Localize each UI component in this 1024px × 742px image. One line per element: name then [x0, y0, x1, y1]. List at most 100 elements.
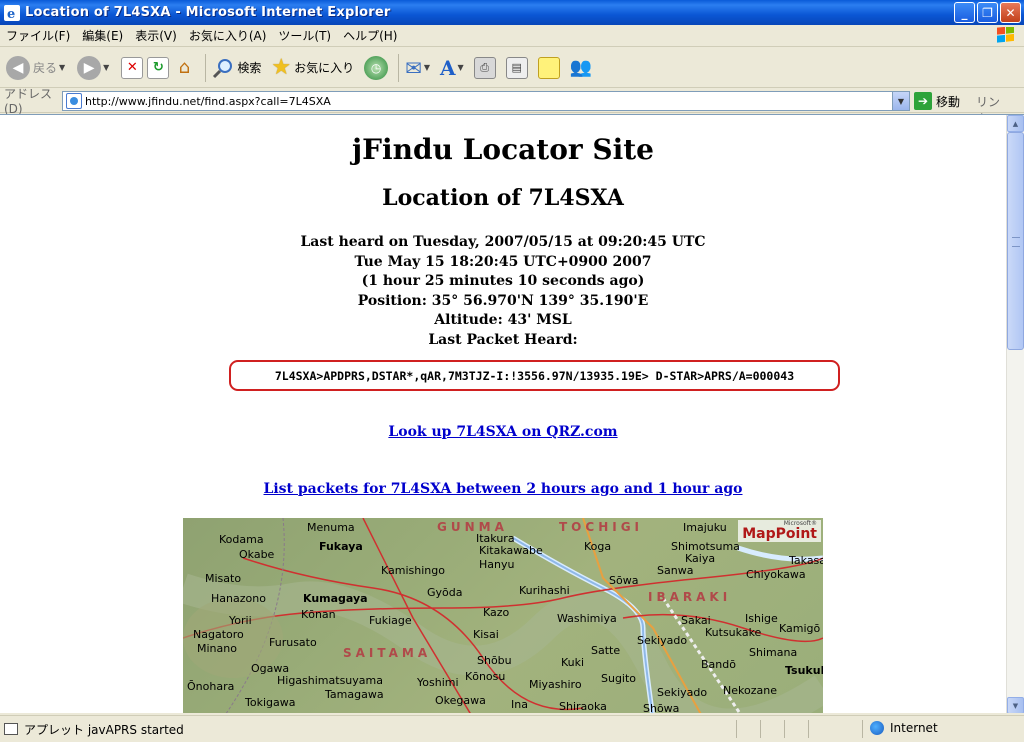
map-city-label: Sekiyado	[637, 634, 688, 647]
map-city-label: Tamagawa	[325, 688, 384, 701]
toolbar-separator	[398, 53, 400, 82]
discuss-button[interactable]	[537, 52, 560, 84]
menu-edit[interactable]: 編集(E)	[76, 27, 129, 44]
refresh-icon: ↻	[147, 56, 170, 79]
close-button[interactable]: ✕	[1000, 2, 1021, 23]
time-ago-text: (1 hour 25 minutes 10 seconds ago)	[361, 273, 645, 289]
map-city-label: Hanazono	[211, 592, 266, 605]
last-packet-label: Last Packet Heard:	[428, 331, 578, 348]
status-separator	[736, 720, 737, 738]
forward-button[interactable]: ▶ ▼	[77, 52, 109, 84]
search-button[interactable]: 検索	[212, 52, 261, 84]
map-city-label: Kōnosu	[465, 670, 506, 683]
map-city-label: Imajuku	[683, 521, 727, 534]
mail-button[interactable]: ✉ ▼	[405, 52, 430, 84]
map-city-label: Kamigō	[779, 622, 821, 635]
map-city-label: Ōnohara	[187, 680, 235, 693]
print-button[interactable]: ⎙	[473, 52, 496, 84]
scroll-thumb[interactable]	[1007, 132, 1024, 350]
map-city-label: Kodama	[219, 533, 264, 546]
toolbar: ◀ 戻る ▼ ▶ ▼ ✕ ↻ ⌂ 検索 ★ お気に入り ◷ ✉ ▼ A ▼ ⎙	[0, 48, 1024, 88]
map-city-label: Kitakawabe	[479, 544, 543, 557]
map-city-label: Kuki	[561, 656, 585, 669]
last-heard-text: Last heard on Tuesday, 2007/05/15 at 09:…	[300, 234, 706, 250]
maximize-button[interactable]: ❐	[977, 2, 998, 23]
map-city-label: Misato	[205, 572, 242, 585]
vertical-scrollbar[interactable]: ▲ ▼	[1006, 115, 1024, 713]
map-city-label: Gyōda	[427, 586, 463, 599]
address-dropdown-icon[interactable]: ▼	[892, 92, 909, 110]
map-city-label: Washimiya	[557, 612, 617, 625]
address-label: アドレス(D)	[4, 87, 53, 116]
scroll-down-icon[interactable]: ▼	[1007, 697, 1024, 713]
menu-favorites[interactable]: お気に入り(A)	[183, 27, 273, 44]
favorites-label: お気に入り	[294, 61, 355, 75]
menu-help[interactable]: ヘルプ(H)	[337, 27, 403, 44]
address-url[interactable]: http://www.jfindu.net/find.aspx?call=7L4…	[85, 95, 331, 108]
edit-icon: ▤	[505, 56, 528, 79]
map-city-label: Kumagaya	[303, 592, 368, 605]
menu-bar: ファイル(F) 編集(E) 表示(V) お気に入り(A) ツール(T) ヘルプ(…	[0, 25, 1024, 47]
back-button[interactable]: ◀ 戻る ▼	[6, 52, 65, 84]
history-icon: ◷	[364, 55, 389, 80]
map-city-label: Satte	[591, 644, 621, 657]
back-arrow-icon: ◀	[6, 55, 30, 80]
map-city-label: Yoshimi	[417, 676, 459, 689]
map-city-label: Tsukuba	[785, 664, 823, 677]
favorites-button[interactable]: ★ お気に入り	[271, 52, 354, 84]
mail-dropdown-icon[interactable]: ▼	[424, 63, 430, 72]
map-city-label: Fukiage	[369, 614, 412, 627]
edit-button[interactable]: ▤	[505, 52, 528, 84]
packet-box: 7L4SXA>APDPRS,DSTAR*,qAR,7M3TJZ-I:!3556.…	[229, 360, 840, 391]
menu-view[interactable]: 表示(V)	[129, 27, 183, 44]
scroll-up-icon[interactable]: ▲	[1007, 115, 1024, 132]
back-dropdown-icon[interactable]: ▼	[59, 63, 65, 72]
map-city-label: Sugito	[601, 672, 637, 685]
address-input[interactable]: http://www.jfindu.net/find.aspx?call=7L4…	[62, 91, 910, 111]
map-city-label: Sanwa	[657, 564, 694, 577]
pref-label: SAITAMA	[343, 646, 432, 660]
note-icon	[537, 56, 560, 79]
map-city-label: Yorii	[229, 614, 252, 627]
status-separator	[808, 720, 809, 738]
map-city-label: Tokigawa	[245, 696, 296, 709]
font-size-dropdown-icon[interactable]: ▼	[458, 63, 464, 72]
map-city-label: Kutsukake	[705, 626, 762, 639]
minimize-button[interactable]: _	[954, 2, 975, 23]
forward-dropdown-icon[interactable]: ▼	[103, 63, 109, 72]
toolbar-separator	[205, 53, 207, 82]
qrz-lookup-link[interactable]: Look up 7L4SXA on QRZ.com	[388, 424, 617, 440]
stop-button[interactable]: ✕	[121, 52, 144, 84]
font-size-icon: A	[440, 55, 456, 80]
map-city-label: Shiraoka	[559, 700, 607, 713]
map-city-label: Kazo	[483, 606, 510, 619]
font-size-button[interactable]: A ▼	[440, 52, 464, 84]
map-city-label: Takasa	[789, 554, 823, 567]
status-text: アプレット javAPRS started	[24, 722, 184, 737]
search-icon	[213, 58, 233, 78]
messenger-button[interactable]: 👥	[570, 52, 592, 84]
history-button[interactable]: ◷	[364, 52, 389, 84]
map-city-label: Koga	[584, 540, 612, 553]
location-info: Last heard on Tuesday, 2007/05/15 at 09:…	[0, 233, 1006, 350]
map-city-label: Bandō	[701, 658, 736, 671]
page-content: jFindu Locator Site Location of 7L4SXA L…	[0, 115, 1006, 713]
page-icon	[66, 93, 82, 109]
map-city-label: Ishige	[745, 612, 778, 625]
home-button[interactable]: ⌂	[173, 52, 195, 84]
refresh-button[interactable]: ↻	[147, 52, 170, 84]
map-city-label: Furusato	[269, 636, 317, 649]
map-city-label: Fukaya	[319, 540, 363, 553]
go-button[interactable]: ➔ 移動	[914, 92, 960, 110]
pref-label: TOCHIGI	[559, 520, 644, 534]
menu-tools[interactable]: ツール(T)	[272, 27, 337, 44]
list-packets-link[interactable]: List packets for 7L4SXA between 2 hours …	[263, 481, 742, 497]
map-city-label: Higashimatsuyama	[277, 674, 383, 687]
map-city-label: Kurihashi	[519, 584, 570, 597]
map-city-label: Shōbu	[477, 654, 512, 667]
menu-file[interactable]: ファイル(F)	[0, 27, 76, 44]
star-icon: ★	[271, 55, 292, 80]
location-map[interactable]: Microsoft® MapPoint GUNMA TOCHIGI IBARAKI…	[183, 518, 823, 713]
map-city-label: Ina	[511, 698, 528, 711]
security-zone[interactable]: Internet	[870, 721, 938, 735]
